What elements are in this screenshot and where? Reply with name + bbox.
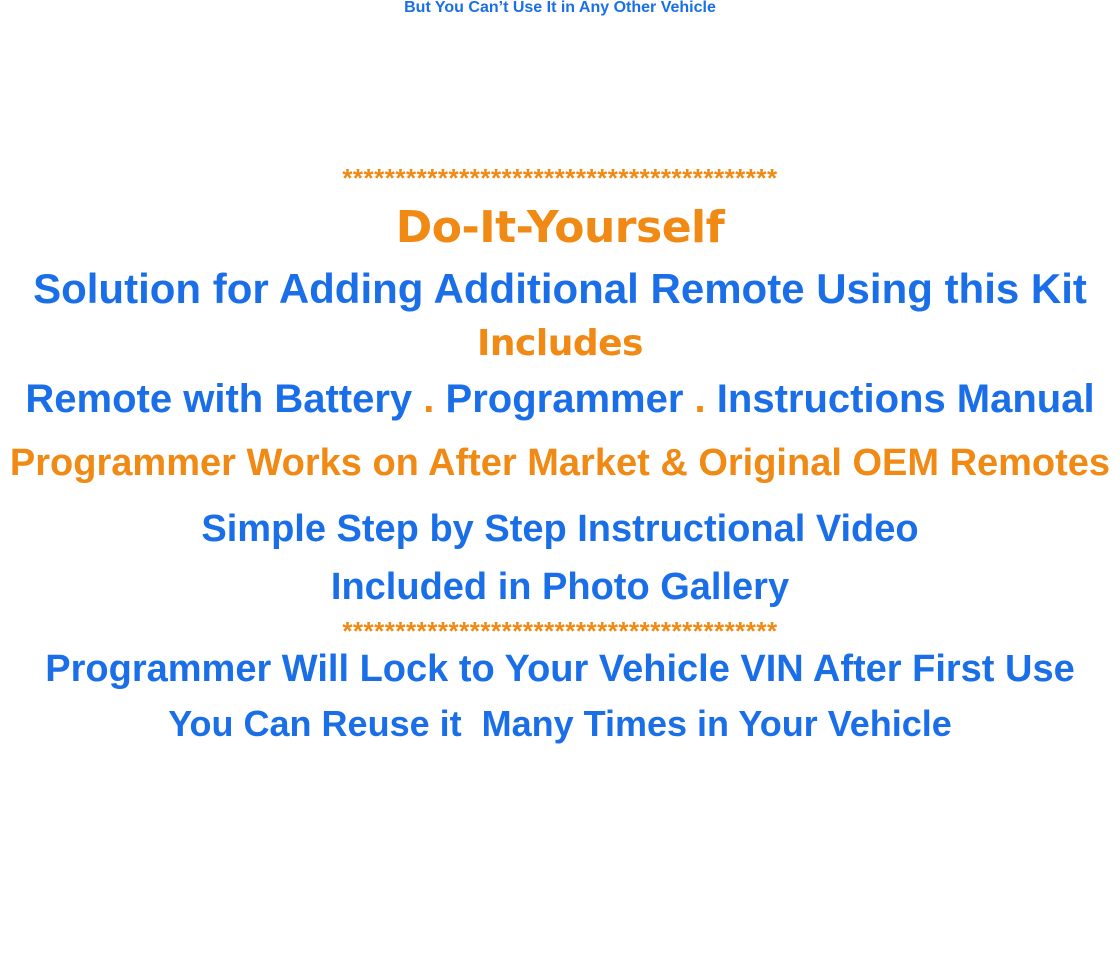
promotional-text-graphic: ****************************************…	[0, 0, 1120, 956]
kit-contents-manual: Instructions Manual	[716, 377, 1095, 421]
kit-contents-programmer: Programmer	[445, 377, 684, 421]
asterisk-divider-bottom: ****************************************…	[342, 616, 778, 646]
includes-label: Includes	[477, 323, 643, 364]
reuse-notice: You Can Reuse it Many Times in Your Vehi…	[168, 703, 952, 744]
vehicle-restriction-notice: But You Can’t Use It in Any Other Vehicl…	[404, 0, 716, 16]
instructional-video-line-1: Simple Step by Step Instructional Video	[201, 508, 919, 550]
kit-contents-line: Remote with Battery . Programmer . Instr…	[0, 379, 1120, 419]
solution-headline: Solution for Adding Additional Remote Us…	[33, 265, 1087, 312]
kit-contents-separator-2: .	[694, 377, 706, 421]
programmer-compatibility-line: Programmer Works on After Market & Origi…	[9, 442, 1111, 484]
vin-lock-notice: Programmer Will Lock to Your Vehicle VIN…	[45, 648, 1075, 690]
kit-contents-separator-1: .	[423, 377, 435, 421]
asterisk-divider-top: ****************************************…	[342, 163, 778, 193]
kit-contents-remote: Remote with Battery	[25, 377, 413, 421]
instructional-video-line-2: Included in Photo Gallery	[330, 566, 790, 608]
headline-do-it-yourself: Do-It-Yourself	[395, 202, 725, 253]
